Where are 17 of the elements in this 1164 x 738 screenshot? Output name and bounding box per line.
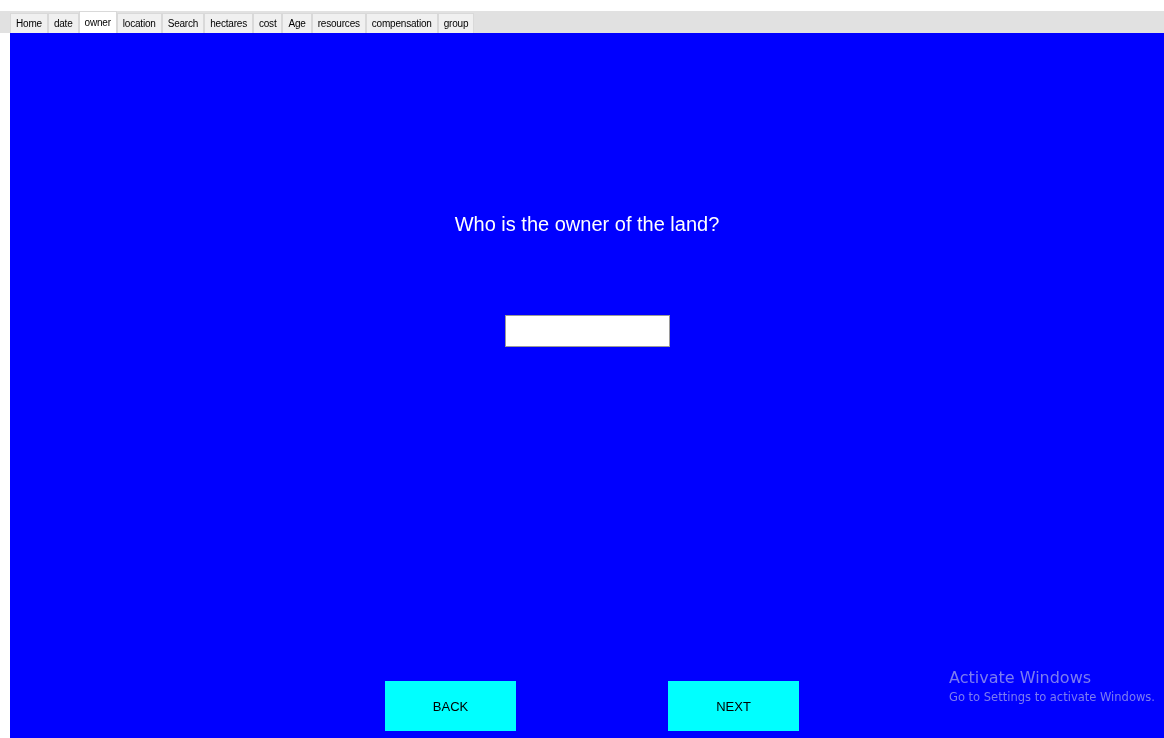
tab[interactable]: group [437, 13, 475, 33]
tab[interactable]: Home [10, 13, 48, 33]
tab[interactable]: resources [311, 13, 366, 33]
activation-title: Activate Windows [949, 668, 1093, 687]
tab[interactable]: cost [252, 13, 283, 33]
activation-message: Go to Settings to activate Windows. [949, 690, 1155, 704]
next-button[interactable]: NEXT [668, 681, 799, 731]
question-text: Who is the owner of the land? [454, 213, 720, 236]
tab[interactable]: location [116, 13, 162, 33]
tab[interactable]: date [47, 13, 79, 33]
tab[interactable]: Age [282, 13, 312, 33]
tab[interactable]: hectares [204, 13, 253, 33]
answer-field[interactable] [504, 315, 670, 347]
tab[interactable]: compensation [365, 13, 438, 33]
back-button[interactable]: BACK [385, 681, 516, 731]
tab[interactable]: Search [161, 13, 205, 33]
tab[interactable]: owner [78, 11, 117, 33]
